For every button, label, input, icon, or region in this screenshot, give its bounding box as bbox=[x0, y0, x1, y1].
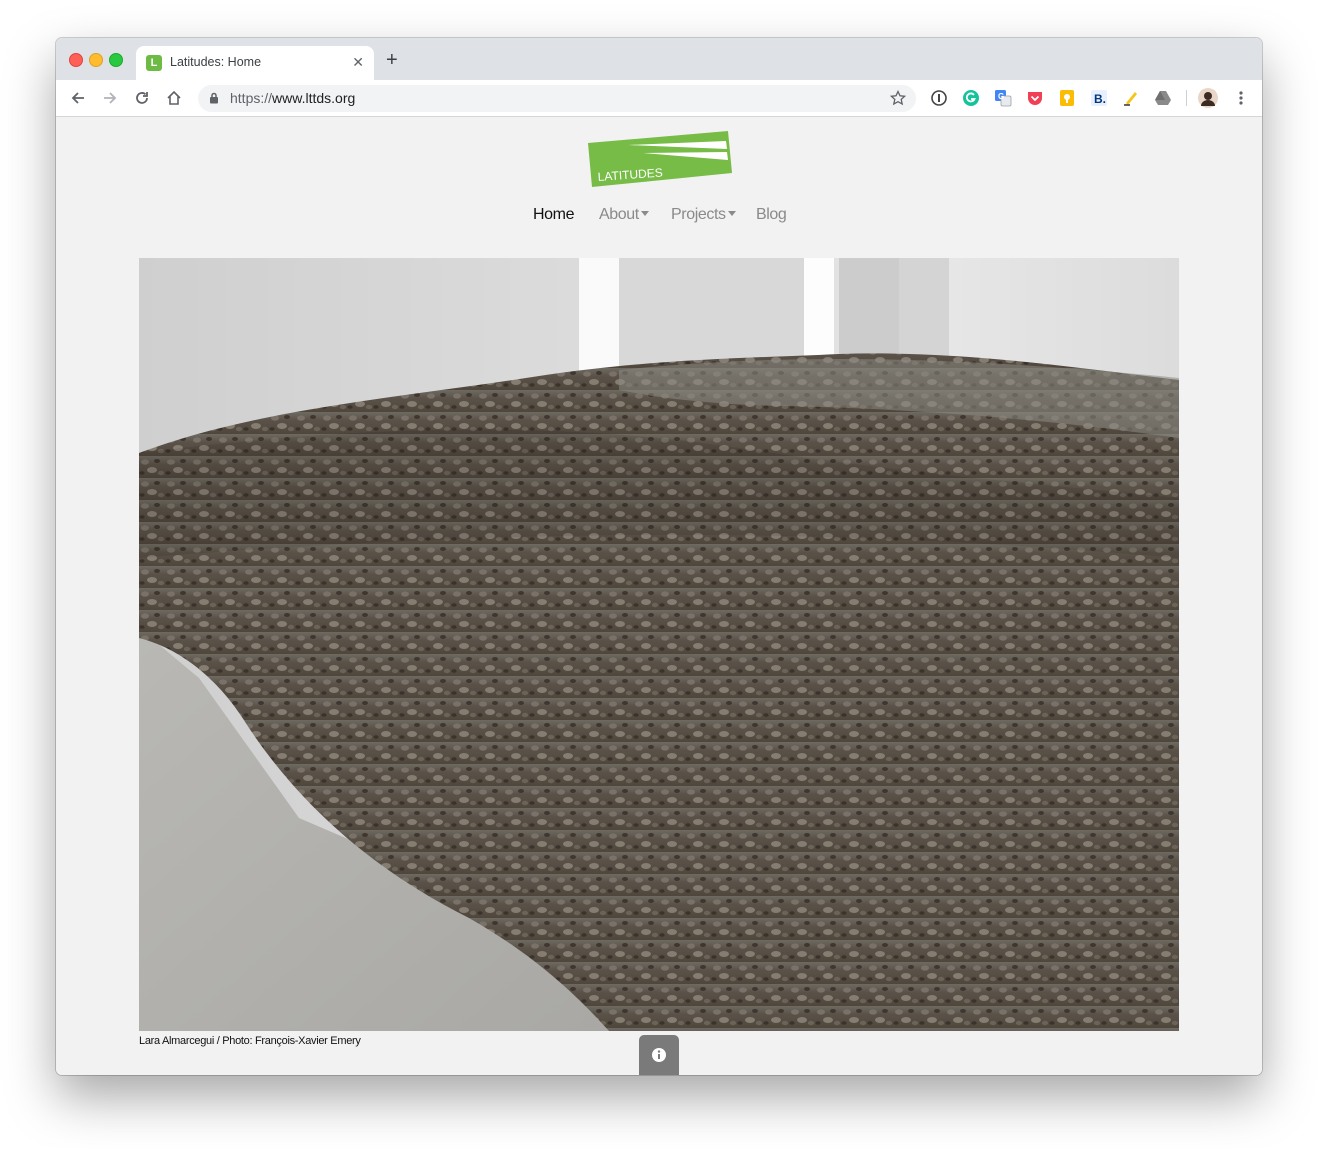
latitudes-favicon-icon: L bbox=[146, 55, 162, 71]
minimize-window-button[interactable] bbox=[89, 53, 103, 67]
nav-about-label: About bbox=[599, 206, 639, 223]
tab-title: Latitudes: Home bbox=[170, 55, 262, 69]
profile-avatar[interactable] bbox=[1198, 88, 1218, 108]
latitudes-logo[interactable]: LATITUDES bbox=[588, 131, 734, 194]
lock-icon bbox=[210, 92, 218, 104]
nav-home[interactable]: Home bbox=[533, 206, 574, 224]
pocket-icon[interactable] bbox=[1026, 89, 1044, 107]
google-translate-icon[interactable]: G bbox=[994, 89, 1012, 107]
hero-caption: Lara Almarcegui / Photo: François-Xavier… bbox=[139, 1035, 361, 1047]
close-window-button[interactable] bbox=[69, 53, 83, 67]
forward-arrow-icon bbox=[104, 92, 117, 104]
home-icon bbox=[167, 90, 181, 105]
main-navigation: Home About Projects Blog bbox=[56, 206, 1262, 230]
maximize-window-button[interactable] bbox=[109, 53, 123, 67]
info-button[interactable] bbox=[639, 1035, 679, 1075]
new-tab-button[interactable]: + bbox=[386, 50, 398, 70]
forward-button[interactable] bbox=[100, 88, 120, 108]
reload-icon bbox=[136, 92, 148, 104]
browser-tab[interactable]: L Latitudes: Home ✕ bbox=[136, 46, 374, 80]
caret-down-icon bbox=[727, 211, 736, 217]
back-arrow-icon bbox=[71, 92, 84, 104]
back-button[interactable] bbox=[68, 88, 88, 108]
reload-button[interactable] bbox=[132, 88, 152, 108]
drive-icon[interactable] bbox=[1154, 89, 1172, 107]
hero-image bbox=[139, 258, 1179, 1031]
highlighter-icon[interactable] bbox=[1122, 89, 1140, 107]
toolbar-divider bbox=[1186, 90, 1187, 106]
nav-blog[interactable]: Blog bbox=[756, 206, 787, 224]
more-menu-icon[interactable] bbox=[1232, 89, 1250, 107]
home-button[interactable] bbox=[164, 88, 184, 108]
svg-text:B.: B. bbox=[1094, 92, 1106, 106]
url-text: https://www.lttds.org bbox=[230, 90, 356, 106]
nav-about[interactable]: About bbox=[599, 206, 649, 224]
tab-close-icon[interactable]: ✕ bbox=[352, 54, 364, 70]
info-icon bbox=[652, 1048, 666, 1062]
b-extension-icon[interactable]: B. bbox=[1090, 89, 1108, 107]
keep-icon[interactable] bbox=[1058, 89, 1076, 107]
browser-toolbar: https://www.lttds.org G B. bbox=[56, 80, 1262, 117]
browser-window: L Latitudes: Home ✕ + https://www.lttds.… bbox=[56, 38, 1262, 1075]
address-bar[interactable]: https://www.lttds.org bbox=[198, 85, 916, 112]
web-page: LATITUDES Home About Projects Blog Lara … bbox=[56, 117, 1262, 1075]
grammarly-icon[interactable] bbox=[962, 89, 980, 107]
nav-projects-label: Projects bbox=[671, 206, 726, 223]
bookmark-star-icon[interactable] bbox=[890, 90, 906, 106]
nav-projects[interactable]: Projects bbox=[671, 206, 736, 224]
caret-down-icon bbox=[640, 211, 649, 217]
svg-text:G: G bbox=[998, 92, 1004, 101]
1password-icon[interactable] bbox=[930, 89, 948, 107]
tab-strip: L Latitudes: Home ✕ + bbox=[56, 38, 1262, 80]
